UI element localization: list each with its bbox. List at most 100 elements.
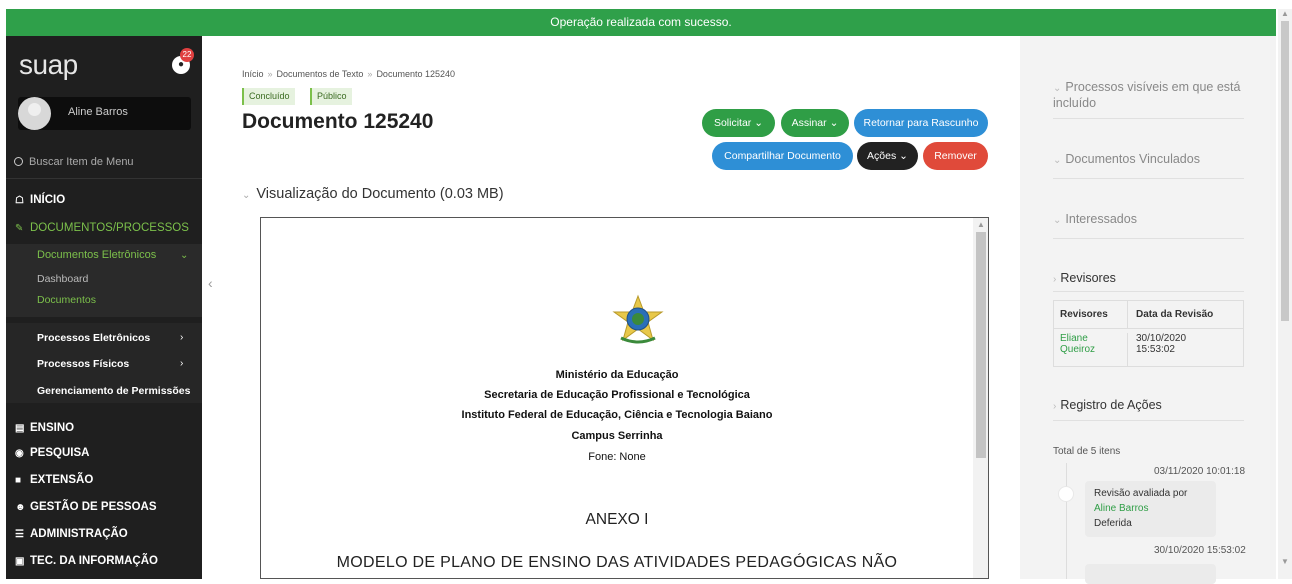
total-items: Total de 5 itens xyxy=(1053,446,1121,457)
reviewer-link[interactable]: Eliane Queiroz xyxy=(1054,333,1128,366)
ensino-icon: ▤ xyxy=(15,423,25,434)
status-badge-concluido: Concluído xyxy=(242,88,295,105)
doc-annex-title: ANEXO I xyxy=(585,511,649,528)
remover-button[interactable]: Remover xyxy=(923,142,988,170)
breadcrumb-current: Documento 125240 xyxy=(376,69,455,79)
scrollbar-thumb[interactable] xyxy=(976,232,986,458)
divider xyxy=(1053,291,1244,292)
search-placeholder: Buscar Item de Menu xyxy=(29,156,134,168)
notification-badge: 22 xyxy=(180,48,194,62)
visualizacao-toggle[interactable]: ⌄ Visualização do Documento (0.03 MB) xyxy=(242,186,504,202)
review-date: 30/10/2020 15:53:02 xyxy=(1136,333,1187,355)
menu-item-extensao[interactable]: ■ EXTENSÃO xyxy=(15,474,93,486)
list-icon: ☰ xyxy=(15,529,24,540)
scroll-down-icon[interactable]: ▼ xyxy=(1281,557,1289,566)
document-scrollbar[interactable]: ▲ xyxy=(973,218,988,578)
submenu-gerenciamento[interactable]: Gerenciamento de Permissões xyxy=(37,385,191,397)
chevron-down-icon: ⌄ xyxy=(1053,155,1062,166)
chevron-down-icon: ⌄ xyxy=(242,190,251,201)
timeline-time: 30/10/2020 15:53:02 xyxy=(1154,545,1246,556)
chevron-down-icon: ⌄ xyxy=(1053,215,1062,226)
section-registro-acoes[interactable]: › Registro de Ações xyxy=(1053,398,1244,412)
submenu-processos-fisicos[interactable]: Processos Físicos xyxy=(37,358,129,370)
doc-heading: MODELO DE PLANO DE ENSINO DAS ATIVIDADES… xyxy=(336,554,898,571)
doc-line-fone: Fone: None xyxy=(588,451,646,463)
menu-item-pesquisa[interactable]: ◉ PESQUISA xyxy=(15,447,89,459)
breadcrumb-documentos-texto[interactable]: Documentos de Texto xyxy=(277,69,364,79)
section-interessados[interactable]: ⌄ Interessados xyxy=(1053,212,1244,226)
home-icon: ☖ xyxy=(15,195,24,206)
header-revisores: Revisores xyxy=(1054,301,1128,328)
assinar-button[interactable]: Assinar ⌄ xyxy=(781,109,849,137)
brasao-emblem-icon xyxy=(612,294,664,344)
globe-icon: ◉ xyxy=(15,448,24,459)
search-icon xyxy=(14,157,23,166)
main-content: Início» Documentos de Texto» Documento 125… xyxy=(242,36,1002,579)
menu-search[interactable]: Buscar Item de Menu xyxy=(14,156,134,168)
collapse-sidebar-icon[interactable]: ‹ xyxy=(208,275,213,291)
header-data-revisao: Data da Revisão xyxy=(1136,309,1214,320)
timeline-dot xyxy=(1058,486,1074,502)
acoes-button[interactable]: Ações ⌄ xyxy=(857,142,918,170)
breadcrumb-inicio[interactable]: Início xyxy=(242,69,264,79)
scroll-up-icon[interactable]: ▲ xyxy=(1281,9,1289,18)
submenu-documentos[interactable]: Documentos xyxy=(37,294,96,306)
success-banner: Operação realizada com sucesso. xyxy=(6,9,1276,36)
divider xyxy=(1053,178,1244,179)
timeline-user-link[interactable]: Aline Barros xyxy=(1094,501,1207,516)
monitor-icon: ▣ xyxy=(15,556,25,567)
chevron-right-icon: › xyxy=(1053,274,1057,285)
doc-line-ministerio: Ministério da Educação xyxy=(555,369,679,381)
timeline-line xyxy=(1066,463,1067,579)
section-revisores[interactable]: › Revisores xyxy=(1053,271,1244,285)
chevron-down-icon: ⌄ xyxy=(180,250,189,261)
revisores-table: Revisores Data da Revisão Eliane Queiroz … xyxy=(1053,300,1244,367)
timeline-time: 03/11/2020 10:01:18 xyxy=(1154,466,1246,477)
right-panel: ⌄ Processos visíveis em que está incluído… xyxy=(1020,36,1276,584)
divider xyxy=(1053,118,1244,119)
solicitar-button[interactable]: Solicitar ⌄ xyxy=(702,109,775,137)
timeline-entry: Revisão avaliada por Aline Barros Deferi… xyxy=(1085,481,1216,537)
doc-line-campus: Campus Serrinha xyxy=(571,430,663,442)
section-processos-visiveis[interactable]: ⌄ Processos visíveis em que está incluído xyxy=(1053,80,1244,111)
avatar xyxy=(18,97,51,130)
chevron-right-icon: › xyxy=(180,332,184,343)
table-row: Eliane Queiroz 30/10/2020 15:53:02 xyxy=(1054,329,1243,366)
chevron-down-icon: ⌄ xyxy=(1053,83,1062,94)
document-viewer[interactable]: Ministério da Educação Secretaria de Edu… xyxy=(260,217,989,579)
menu-item-administracao[interactable]: ☰ ADMINISTRAÇÃO xyxy=(15,528,128,540)
retornar-rascunho-button[interactable]: Retornar para Rascunho xyxy=(854,109,988,137)
divider xyxy=(1053,238,1244,239)
suap-logo[interactable]: suap xyxy=(19,49,78,81)
user-card[interactable]: Aline Barros xyxy=(18,97,191,130)
chevron-right-icon: › xyxy=(180,358,184,369)
menu-item-documentos-processos[interactable]: ✎ DOCUMENTOS/PROCESSOS xyxy=(15,222,189,234)
user-name: Aline Barros xyxy=(68,106,128,118)
menu-item-inicio[interactable]: ☖ INÍCIO xyxy=(15,194,65,206)
menu-item-ensino[interactable]: ▤ ENSINO xyxy=(15,422,74,434)
status-badge-publico: Público xyxy=(310,88,352,105)
breadcrumb: Início» Documentos de Texto» Documento 125… xyxy=(242,69,455,79)
menu-item-tec-informacao[interactable]: ▣ TEC. DA INFORMAÇÃO xyxy=(15,555,158,567)
chevron-down-icon: ⌄ xyxy=(754,117,764,129)
table-header: Revisores Data da Revisão xyxy=(1054,301,1243,329)
compartilhar-button[interactable]: Compartilhar Documento xyxy=(712,142,853,170)
divider xyxy=(6,178,202,179)
section-documentos-vinculados[interactable]: ⌄ Documentos Vinculados xyxy=(1053,152,1244,166)
timeline-entry xyxy=(1085,564,1216,584)
submenu-dashboard[interactable]: Dashboard xyxy=(37,273,88,285)
window-scrollbar[interactable]: ▲ ▼ xyxy=(1278,9,1292,579)
page-title: Documento 125240 xyxy=(242,110,434,133)
menu-item-gestao-pessoas[interactable]: ☻ GESTÃO DE PESSOAS xyxy=(15,501,157,513)
submenu-processos-eletronicos[interactable]: Processos Eletrônicos xyxy=(37,332,150,344)
doc-line-secretaria: Secretaria de Educação Profissional e Te… xyxy=(484,389,750,401)
edit-icon: ✎ xyxy=(15,223,24,234)
users-icon: ☻ xyxy=(15,502,26,513)
submenu-documentos-eletronicos[interactable]: Documentos Eletrônicos xyxy=(37,249,156,261)
scroll-up-icon[interactable]: ▲ xyxy=(977,220,985,229)
chevron-down-icon: ⌄ xyxy=(829,117,839,129)
doc-line-instituto: Instituto Federal de Educação, Ciência e… xyxy=(461,409,773,421)
sidebar: suap ● 22 Aline Barros Buscar Item de Me… xyxy=(6,36,202,579)
scrollbar-thumb[interactable] xyxy=(1281,21,1289,321)
chevron-down-icon: ⌄ xyxy=(899,150,908,162)
